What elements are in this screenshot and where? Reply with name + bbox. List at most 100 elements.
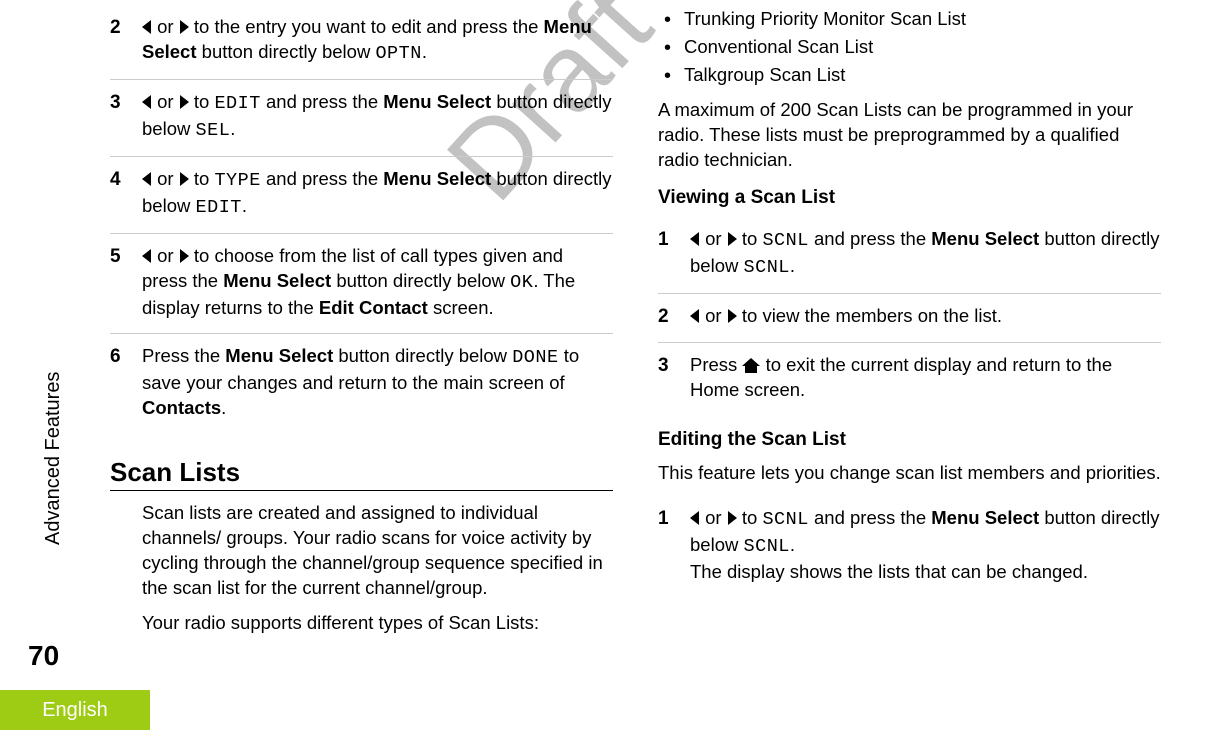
step-body: or to choose from the list of call types… <box>142 244 613 321</box>
step-number: 1 <box>658 506 690 532</box>
text: or <box>700 305 727 326</box>
text: button directly below <box>331 270 510 291</box>
text: The display shows the lists that can be … <box>690 561 1088 582</box>
content-columns: 2 or to the entry you want to edit and p… <box>105 0 1186 676</box>
text: and press the <box>261 168 383 189</box>
text: . <box>422 41 427 62</box>
arrow-left-icon <box>690 309 699 323</box>
subheading-editing: Editing the Scan List <box>658 429 1161 451</box>
arrow-left-icon <box>142 20 151 34</box>
text: and press the <box>261 91 383 112</box>
paragraph: Your radio supports different types of S… <box>142 611 613 636</box>
arrow-left-icon <box>690 511 699 525</box>
page: Draft Advanced Features 70 English 2 or … <box>0 0 1206 746</box>
text: to the entry you want to edit and press … <box>189 16 544 37</box>
procedure-step: 2 or to the entry you want to edit and p… <box>110 5 613 80</box>
section-heading-scan-lists: Scan Lists <box>110 457 613 491</box>
step-number: 2 <box>658 304 690 330</box>
text: and press the <box>809 507 931 528</box>
code-text: DONE <box>512 347 558 368</box>
code-text: SCNL <box>762 230 808 251</box>
step-number: 2 <box>110 15 142 41</box>
arrow-right-icon <box>728 232 737 246</box>
bold-text: Menu Select <box>223 270 331 291</box>
arrow-right-icon <box>728 309 737 323</box>
text: or <box>152 168 179 189</box>
bold-text: Edit Contact <box>319 297 428 318</box>
arrow-right-icon <box>180 172 189 186</box>
procedure-step: 4 or to TYPE and press the Menu Select b… <box>110 157 613 234</box>
step-body: Press to exit the current display and re… <box>690 353 1161 403</box>
procedure-step: 1 or to SCNL and press the Menu Select b… <box>658 217 1161 294</box>
paragraph: Scan lists are created and assigned to i… <box>142 501 613 601</box>
text: . <box>230 118 235 139</box>
text: . <box>790 534 795 555</box>
step-body: or to the entry you want to edit and pre… <box>142 15 613 67</box>
text: to <box>737 507 763 528</box>
code-text: SCNL <box>743 257 789 278</box>
paragraph: This feature lets you change scan list m… <box>658 461 1161 486</box>
subheading-viewing: Viewing a Scan List <box>658 187 1161 209</box>
step-number: 1 <box>658 227 690 253</box>
chapter-label: Advanced Features <box>42 372 65 545</box>
text: Press <box>690 354 742 375</box>
text: or <box>700 228 727 249</box>
step-number: 3 <box>658 353 690 379</box>
list-item: Conventional Scan List <box>658 33 1161 61</box>
text: and press the <box>809 228 931 249</box>
step-number: 5 <box>110 244 142 270</box>
left-column: 2 or to the entry you want to edit and p… <box>105 0 638 676</box>
bold-text: Menu Select <box>931 228 1039 249</box>
arrow-right-icon <box>728 511 737 525</box>
arrow-right-icon <box>180 249 189 263</box>
bold-text: Menu Select <box>225 345 333 366</box>
text: . <box>221 397 226 418</box>
text: Press the <box>142 345 225 366</box>
arrow-left-icon <box>142 95 151 109</box>
code-text: EDIT <box>195 197 241 218</box>
step-body: or to EDIT and press the Menu Select but… <box>142 90 613 144</box>
home-icon <box>742 358 760 372</box>
arrow-right-icon <box>180 95 189 109</box>
right-column: Trunking Priority Monitor Scan List Conv… <box>638 0 1186 676</box>
step-body: or to TYPE and press the Menu Select but… <box>142 167 613 221</box>
text: or <box>700 507 727 528</box>
arrow-left-icon <box>142 172 151 186</box>
arrow-left-icon <box>690 232 699 246</box>
step-body: or to SCNL and press the Menu Select but… <box>690 506 1161 585</box>
code-text: TYPE <box>214 170 260 191</box>
procedure-step: 1 or to SCNL and press the Menu Select b… <box>658 496 1161 597</box>
text: button directly below <box>197 41 376 62</box>
text: to <box>189 168 215 189</box>
step-number: 4 <box>110 167 142 193</box>
text: to view the members on the list. <box>737 305 1002 326</box>
text: to <box>737 228 763 249</box>
text: or <box>152 16 179 37</box>
step-body: or to view the members on the list. <box>690 304 1161 329</box>
text: screen. <box>428 297 494 318</box>
procedure-step: 3 or to EDIT and press the Menu Select b… <box>110 80 613 157</box>
procedure-step: 6 Press the Menu Select button directly … <box>110 334 613 433</box>
step-number: 6 <box>110 344 142 370</box>
code-text: OPTN <box>375 43 421 64</box>
arrow-right-icon <box>180 20 189 34</box>
bold-text: Menu Select <box>383 91 491 112</box>
bold-text: Contacts <box>142 397 221 418</box>
code-text: SCNL <box>762 509 808 530</box>
text: or <box>152 245 179 266</box>
step-body: or to SCNL and press the Menu Select but… <box>690 227 1161 281</box>
step-number: 3 <box>110 90 142 116</box>
language-tab: English <box>0 690 150 730</box>
list-item: Trunking Priority Monitor Scan List <box>658 5 1161 33</box>
arrow-left-icon <box>142 249 151 263</box>
bold-text: Menu Select <box>931 507 1039 528</box>
paragraph: A maximum of 200 Scan Lists can be progr… <box>658 98 1161 173</box>
text: button directly below <box>333 345 512 366</box>
text: or <box>152 91 179 112</box>
text: . <box>790 255 795 276</box>
text: . <box>242 195 247 216</box>
code-text: EDIT <box>214 93 260 114</box>
scan-list-types: Trunking Priority Monitor Scan List Conv… <box>658 5 1161 88</box>
procedure-step: 2 or to view the members on the list. <box>658 294 1161 343</box>
bold-text: Menu Select <box>383 168 491 189</box>
